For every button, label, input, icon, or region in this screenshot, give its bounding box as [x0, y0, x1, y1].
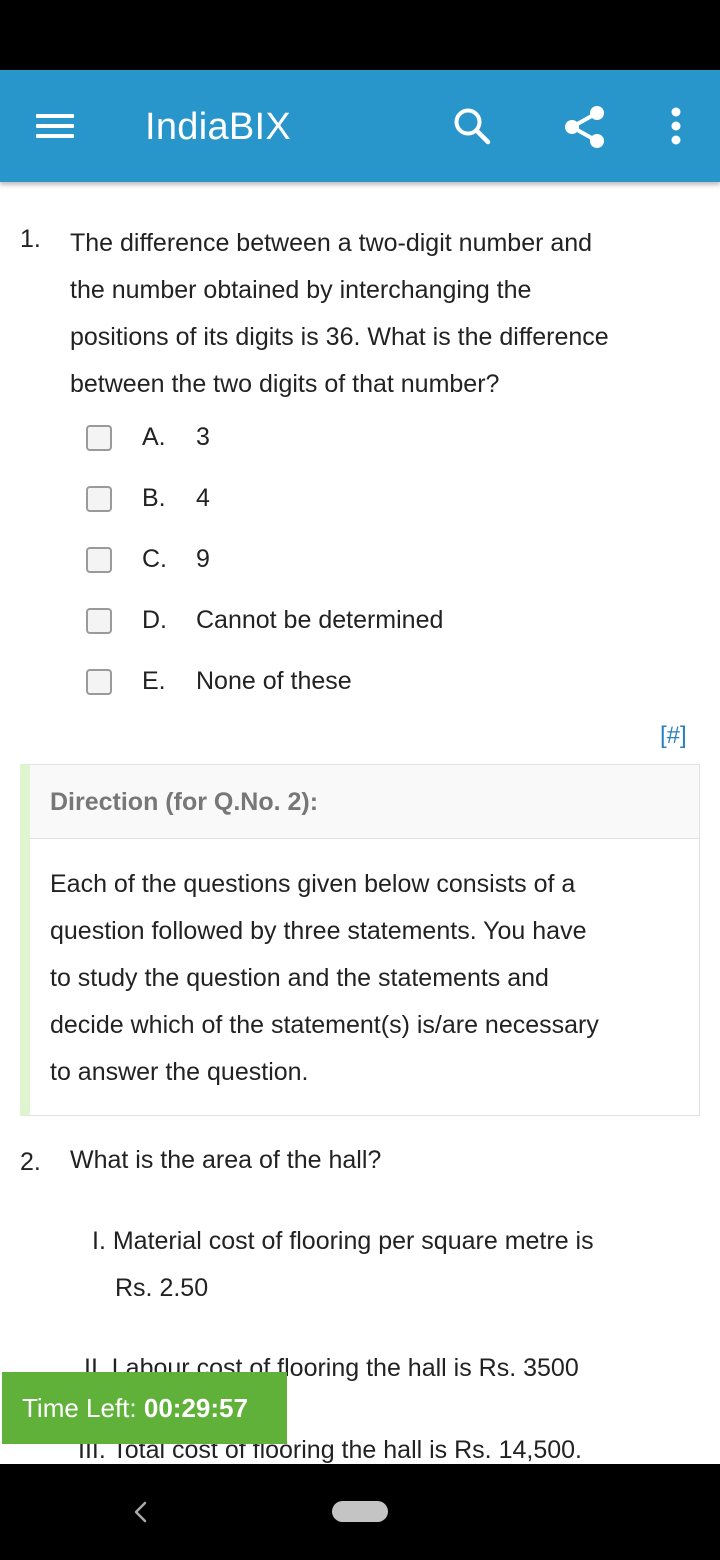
more-vertical-icon[interactable]	[664, 106, 688, 146]
option-d[interactable]: D. Cannot be determined	[86, 602, 586, 642]
direction-title: Direction (for Q.No. 2):	[50, 788, 319, 816]
timer-value: 00:29:57	[143, 1393, 248, 1423]
option-e[interactable]: E. None of these	[86, 663, 586, 703]
option-text: 3	[196, 423, 210, 451]
option-letter: D.	[142, 606, 167, 634]
question-text: The difference between a two-digit numbe…	[70, 220, 695, 408]
search-icon[interactable]	[452, 106, 492, 146]
option-text: Cannot be determined	[196, 606, 444, 634]
direction-line: question followed by three statements. Y…	[50, 917, 587, 945]
option-c[interactable]: C. 9	[86, 541, 586, 581]
option-text: 9	[196, 545, 210, 573]
option-a[interactable]: A. 3	[86, 419, 586, 459]
checkbox[interactable]	[86, 669, 112, 695]
option-text: None of these	[196, 667, 352, 695]
direction-body: Each of the questions given below consis…	[50, 861, 690, 1096]
option-letter: B.	[142, 484, 166, 512]
menu-icon[interactable]	[36, 112, 76, 140]
app-title: IndiaBIX	[145, 106, 292, 148]
statement-1: I. Material cost of flooring per square …	[92, 1218, 682, 1312]
back-icon[interactable]	[128, 1498, 152, 1526]
statement-line: Rs. 2.50	[115, 1274, 209, 1302]
option-letter: E.	[142, 667, 166, 695]
home-button[interactable]	[332, 1501, 388, 1522]
timer-badge: Time Left: 00:29:57	[2, 1372, 287, 1444]
option-letter: C.	[142, 545, 167, 573]
option-b[interactable]: B. 4	[86, 480, 586, 520]
question-text: What is the area of the hall?	[70, 1146, 382, 1174]
question-line: the number obtained by interchanging the	[70, 276, 532, 304]
question-content[interactable]: 1. The difference between a two-digit nu…	[0, 182, 720, 1464]
statement-line: I. Material cost of flooring per square …	[92, 1227, 594, 1255]
direction-line: decide which of the statement(s) is/are …	[50, 1011, 599, 1039]
option-letter: A.	[142, 423, 166, 451]
question-number: 2.	[20, 1148, 41, 1176]
direction-header: Direction (for Q.No. 2):	[30, 765, 699, 839]
question-number: 1.	[20, 225, 41, 253]
answer-link[interactable]: [#]	[660, 722, 687, 750]
timer-text: Time Left: 00:29:57	[22, 1393, 248, 1424]
app-bar: IndiaBIX	[0, 70, 720, 182]
checkbox[interactable]	[86, 608, 112, 634]
question-line: positions of its digits is 36. What is t…	[70, 323, 609, 351]
status-bar	[0, 0, 720, 70]
direction-line: Each of the questions given below consis…	[50, 870, 576, 898]
checkbox[interactable]	[86, 486, 112, 512]
option-text: 4	[196, 484, 210, 512]
direction-line: to answer the question.	[50, 1058, 309, 1086]
direction-box: Direction (for Q.No. 2): Each of the que…	[20, 764, 700, 1116]
direction-line: to study the question and the statements…	[50, 964, 549, 992]
timer-label: Time Left:	[22, 1393, 144, 1423]
checkbox[interactable]	[86, 547, 112, 573]
share-icon[interactable]	[563, 104, 607, 150]
checkbox[interactable]	[86, 425, 112, 451]
question-line: between the two digits of that number?	[70, 370, 500, 398]
question-line: The difference between a two-digit numbe…	[70, 229, 593, 257]
